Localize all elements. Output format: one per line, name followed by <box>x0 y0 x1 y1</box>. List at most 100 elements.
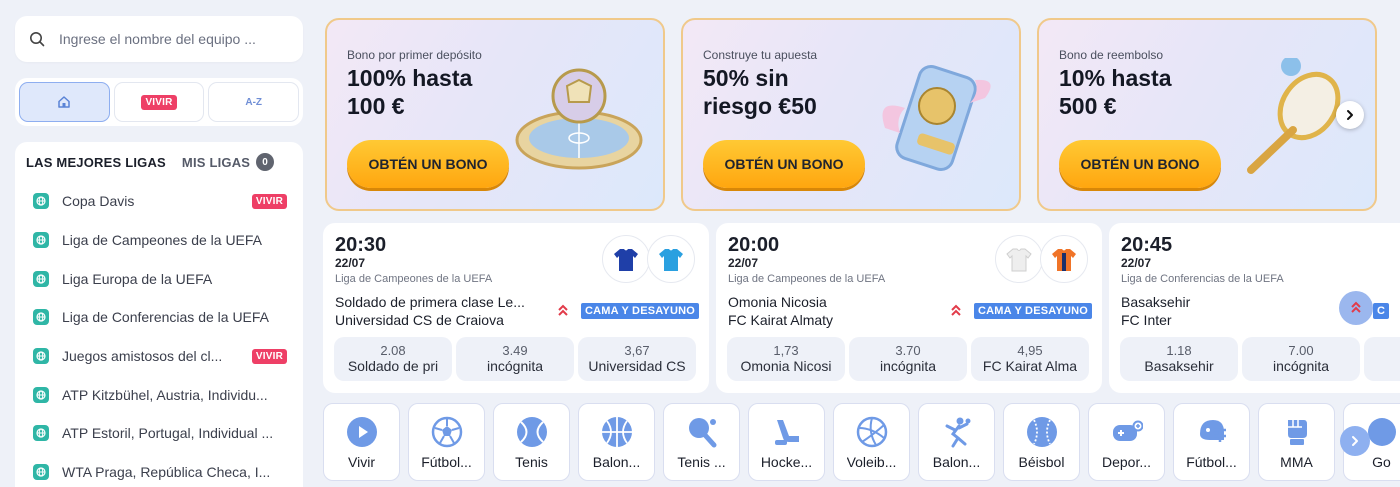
soccer-ball-icon <box>431 416 463 448</box>
get-bonus-button[interactable]: OBTÉN UN BONO <box>703 140 865 188</box>
banner-headline: 10% hasta 500 € <box>1059 65 1172 119</box>
odd-home-button[interactable]: 1.18 Basaksehir <box>1120 337 1238 381</box>
globe-icon <box>33 232 49 249</box>
globe-icon <box>33 193 49 210</box>
odds-row: 1,73 Omonia Nicosi 3.70 incógnita 4,95 FC K… <box>727 337 1089 381</box>
tab-top-leagues[interactable]: LAS MEJORES LIGAS <box>26 155 166 170</box>
odd-label: incógnita <box>1272 358 1330 374</box>
league-item[interactable]: ATP Kitzbühel, Austria, Individu... <box>15 375 303 414</box>
league-item[interactable]: Copa Davis VIVIR <box>15 182 303 221</box>
sport-tile[interactable]: Vivir <box>323 403 400 481</box>
table-tennis-icon <box>686 416 718 448</box>
my-leagues-count: 0 <box>256 153 275 171</box>
odd-home-button[interactable]: 2.08 Soldado de pri <box>334 337 452 381</box>
odd-draw-button[interactable]: 3.49 incógnita <box>456 337 574 381</box>
sport-tile[interactable]: Tenis ... <box>663 403 740 481</box>
sport-tile[interactable]: Voleib... <box>833 403 910 481</box>
odd-value: 1.18 <box>1166 343 1192 358</box>
odd-value: 4,95 <box>1017 343 1043 358</box>
odd-label: Universidad CS <box>588 358 686 374</box>
match-card[interactable]: 20:00 22/07 Liga de Campeones de la UEFA… <box>716 223 1102 393</box>
chevron-right-icon <box>1352 436 1358 446</box>
league-item[interactable]: Liga Europa de la UEFA <box>15 259 303 298</box>
match-card[interactable]: 20:30 22/07 Liga de Campeones de la UEFA… <box>323 223 709 393</box>
leagues-panel: LAS MEJORES LIGAS MIS LIGAS 0 Copa Davis… <box>15 142 303 487</box>
match-competition: Liga de Campeones de la UEFA <box>728 273 886 285</box>
league-item[interactable]: Juegos amistosos del cl... VIVIR <box>15 337 303 376</box>
globe-icon <box>33 309 49 326</box>
league-list: Copa Davis VIVIR Liga de Campeones de la U… <box>15 182 303 487</box>
banner-cashback[interactable]: Bono de reembolso 10% hasta 500 € OBTÉN … <box>1037 18 1377 211</box>
away-team: FC Inter <box>1121 312 1172 328</box>
league-item[interactable]: Liga de Conferencias de la UEFA <box>15 298 303 337</box>
sport-tile[interactable]: Balon... <box>578 403 655 481</box>
home-icon <box>58 96 71 108</box>
sport-label: Voleib... <box>846 454 897 470</box>
match-card[interactable]: 20:45 22/07 Liga de Conferencias de la U… <box>1109 223 1400 393</box>
live-badge: VIVIR <box>251 348 287 364</box>
sport-tile[interactable]: Balon... <box>918 403 995 481</box>
match-date: 22/07 <box>1121 256 1152 270</box>
away-team: Universidad CS de Craiova <box>335 312 504 328</box>
league-item[interactable]: WTA Praga, República Checa, I... <box>15 453 303 487</box>
sport-tile[interactable]: Béisbol <box>1003 403 1080 481</box>
get-bonus-button[interactable]: OBTÉN UN BONO <box>347 140 509 188</box>
odd-label: Basaksehir <box>1144 358 1214 374</box>
league-name: Liga de Conferencias de la UEFA <box>62 309 270 326</box>
odd-draw-button[interactable]: 3.70 incógnita <box>849 337 967 381</box>
az-label: A-Z <box>245 96 263 108</box>
tab-my-leagues[interactable]: MIS LIGAS 0 <box>182 153 275 171</box>
sport-label: Balon... <box>932 454 981 470</box>
league-item[interactable]: ATP Estoril, Portugal, Individual ... <box>15 414 303 453</box>
league-name: ATP Estoril, Portugal, Individual ... <box>62 425 274 442</box>
match-time: 20:00 <box>728 234 780 256</box>
odd-value: 1,73 <box>773 343 799 358</box>
odd-away-button[interactable]: 4,95 FC Kairat Alma <box>971 337 1089 381</box>
get-bonus-button[interactable]: OBTÉN UN BONO <box>1059 140 1221 188</box>
az-mode-button[interactable]: A-Z <box>208 82 300 122</box>
globe-icon <box>33 464 49 481</box>
home-jersey-icon <box>995 235 1043 283</box>
league-name: Liga Europa de la UEFA <box>62 270 213 287</box>
odds-row: 2.08 Soldado de pri 3.49 incógnita 3,67 Uni… <box>334 337 696 381</box>
sport-tile[interactable]: MMA <box>1258 403 1335 481</box>
odd-home-button[interactable]: 1,73 Omonia Nicosi <box>727 337 845 381</box>
league-item[interactable]: Liga de Campeones de la UEFA <box>15 221 303 260</box>
odd-away-button[interactable] <box>1364 337 1400 381</box>
trending-up-arrows-icon <box>951 304 961 316</box>
odd-away-button[interactable]: 3,67 Universidad CS <box>578 337 696 381</box>
banner-subtitle: Bono de reembolso <box>1059 48 1164 62</box>
odd-label: Soldado de pri <box>347 358 439 374</box>
match-competition: Liga de Conferencias de la UEFA <box>1121 273 1284 285</box>
odd-draw-button[interactable]: 7.00 incógnita <box>1242 337 1360 381</box>
league-name: ATP Kitzbühel, Austria, Individu... <box>62 386 268 403</box>
sport-tile[interactable]: Fútbol... <box>1173 403 1250 481</box>
search-icon <box>30 32 45 47</box>
live-mode-button[interactable]: VIVIR <box>113 82 205 122</box>
banner-next-button[interactable] <box>1336 101 1364 129</box>
sport-label: Go <box>1372 454 1391 470</box>
sport-tile[interactable]: Hocke... <box>748 403 825 481</box>
match-competition: Liga de Campeones de la UEFA <box>335 273 493 285</box>
globe-icon <box>33 270 49 287</box>
banner-subtitle: Construye tu apuesta <box>703 48 818 62</box>
globe-icon <box>33 425 49 442</box>
search-box[interactable] <box>15 16 303 62</box>
odd-value: 3.70 <box>895 343 921 358</box>
baseball-icon <box>1026 416 1058 448</box>
home-mode-button[interactable] <box>19 82 110 122</box>
live-badge: VIVIR <box>141 94 177 110</box>
banner-bet-builder[interactable]: Construye tu apuesta 50% sin riesgo €50 … <box>681 18 1021 211</box>
esports-gamepad-icon <box>1111 416 1143 448</box>
banner-first-deposit[interactable]: Bono por primer depósito 100% hasta 100 … <box>325 18 665 211</box>
sport-tile[interactable]: Tenis <box>493 403 570 481</box>
sport-tile[interactable]: Fútbol... <box>408 403 485 481</box>
sports-next-button[interactable] <box>1340 426 1370 456</box>
search-input[interactable] <box>59 31 289 47</box>
match-time: 20:30 <box>335 234 387 256</box>
play-icon <box>346 416 378 448</box>
league-name: Liga de Campeones de la UEFA <box>62 232 263 249</box>
odd-label: incógnita <box>486 358 544 374</box>
sport-tile[interactable]: Depor... <box>1088 403 1165 481</box>
stadium-ball-icon <box>515 68 643 170</box>
